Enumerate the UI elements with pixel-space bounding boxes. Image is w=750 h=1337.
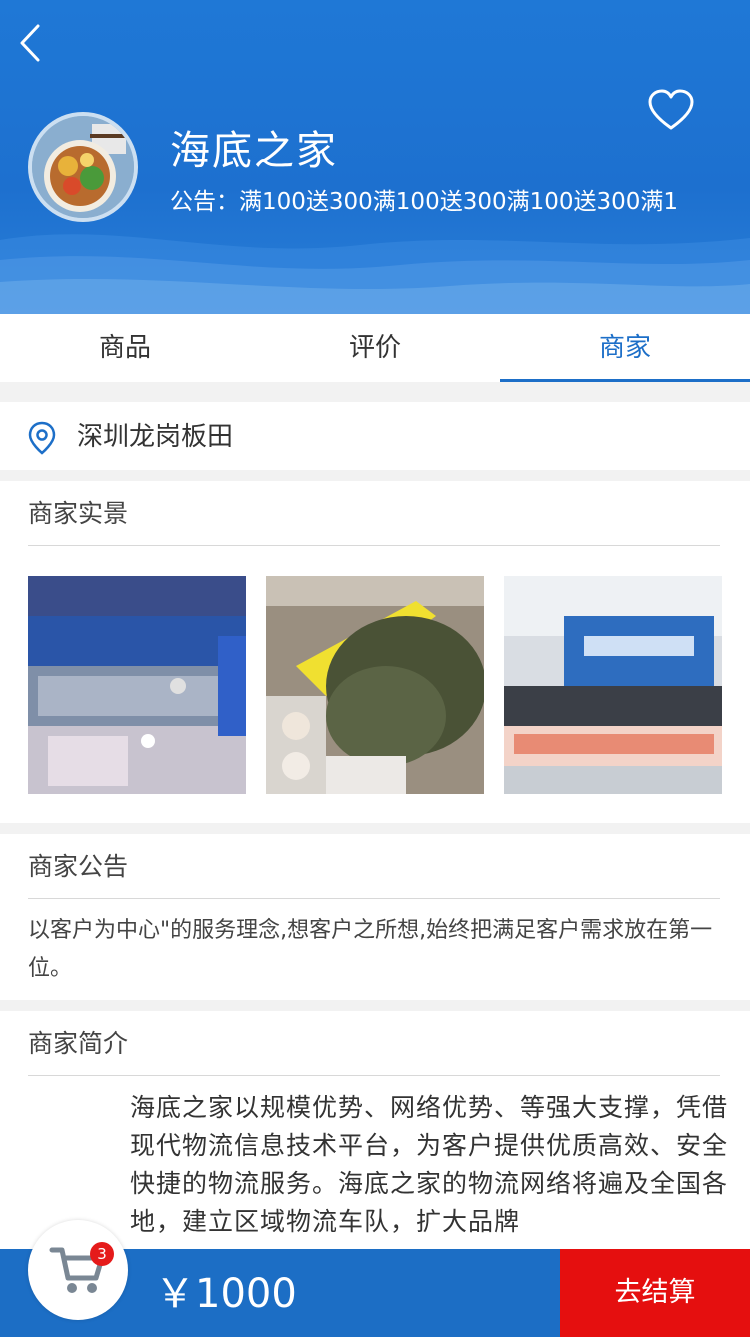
favorite-button[interactable]	[646, 88, 696, 134]
notice-text: 满100送300满100送300满100送300满1	[239, 189, 679, 215]
seafood-tanks-image	[28, 576, 246, 794]
total-price: ￥1000	[155, 1271, 297, 1317]
tab-merchant[interactable]: 商家	[500, 314, 750, 382]
tab-reviews[interactable]: 评价	[250, 314, 500, 382]
notice-prefix: 公告：	[170, 189, 239, 215]
heart-outline-icon	[648, 89, 694, 130]
scene-photo-seafood-tanks[interactable]	[28, 576, 246, 794]
scene-photo-market-hall[interactable]	[504, 576, 722, 794]
cart-count-badge: 3	[90, 1242, 114, 1266]
scene-title: 商家实景	[28, 481, 720, 546]
location-pin-icon	[28, 421, 56, 455]
scene-photo-crabs[interactable]	[266, 576, 484, 794]
cart-button[interactable]: 3	[28, 1220, 128, 1320]
tab-products[interactable]: 商品	[0, 314, 250, 382]
header-waves-decoration	[0, 234, 750, 314]
shop-avatar	[28, 112, 138, 222]
chevron-left-icon	[20, 24, 40, 62]
market-hall-image	[504, 576, 722, 794]
checkout-button[interactable]: 去结算	[560, 1249, 750, 1337]
address-row[interactable]: 深圳龙岗板田	[0, 402, 750, 470]
scene-section: 商家实景	[0, 481, 750, 823]
merchant-notice-section: 商家公告 以客户为中心"的服务理念,想客户之所想,始终把满足客户需求放在第一位。	[0, 834, 750, 1000]
back-button[interactable]	[14, 20, 54, 66]
shop-name: 海底之家	[170, 128, 338, 174]
merchant-intro-section: 商家简介 海底之家以规模优势、网络优势、等强大支撑，凭借现代物流信息技术平台，为…	[0, 1011, 750, 1251]
tab-bar: 商品 评价 商家	[0, 314, 750, 382]
address-text: 深圳龙岗板田	[77, 422, 234, 452]
merchant-notice-title: 商家公告	[28, 834, 720, 899]
crabs-image	[266, 576, 484, 794]
shop-notice-ticker: 公告：满100送300满100送300满100送300满1	[170, 182, 740, 216]
merchant-intro-title: 商家简介	[28, 1011, 720, 1076]
shop-header: 海底之家 公告：满100送300满100送300满100送300满1	[0, 0, 750, 314]
merchant-intro-body: 海底之家以规模优势、网络优势、等强大支撑，凭借现代物流信息技术平台，为客户提供优…	[130, 1093, 729, 1236]
merchant-notice-body: 以客户为中心"的服务理念,想客户之所想,始终把满足客户需求放在第一位。	[28, 918, 713, 981]
food-bowl-image	[32, 116, 134, 218]
